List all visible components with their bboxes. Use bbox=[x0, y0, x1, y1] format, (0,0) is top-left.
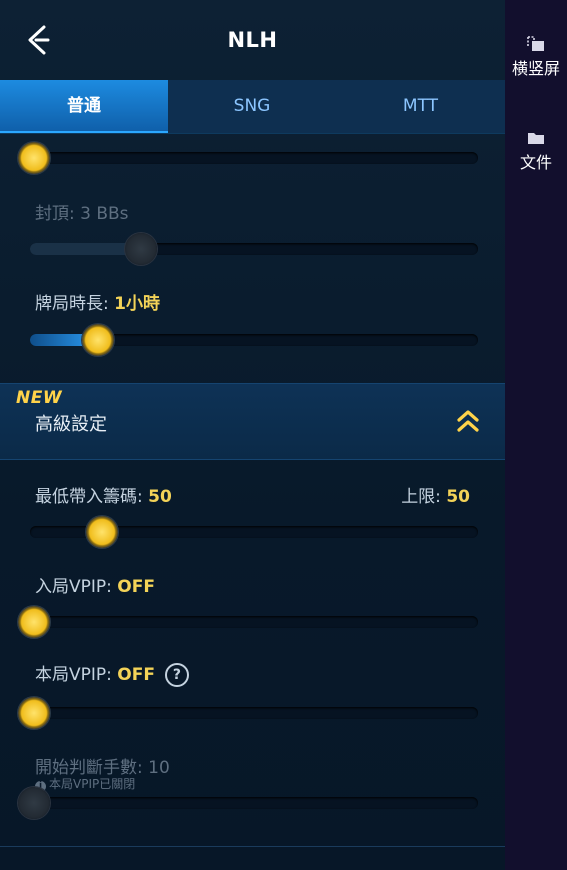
entry-vpip-label-text: 入局VPIP: bbox=[35, 577, 118, 597]
min-buyin-label: 最低帶入籌碼: 50 bbox=[35, 482, 172, 507]
new-badge: NEW bbox=[16, 388, 63, 408]
duration-label-text: 牌局時長: bbox=[35, 294, 115, 314]
cap-value: 3 BBs bbox=[80, 204, 129, 224]
hand-vpip-label-text: 本局VPIP: bbox=[35, 665, 118, 685]
folder-icon bbox=[528, 133, 544, 144]
settings-panel: NLH 普通 SNG MTT 封頂: 3 BBs 牌局時長: 1小時 NEW 高… bbox=[0, 0, 505, 870]
entry-vpip-value: OFF bbox=[117, 577, 155, 597]
top-slider-track[interactable] bbox=[18, 142, 478, 174]
tab-normal[interactable]: 普通 bbox=[0, 80, 168, 133]
sidebar-item-files-label: 文件 bbox=[519, 153, 552, 172]
sidebar-item-files[interactable]: 文件 bbox=[505, 130, 567, 172]
max-buyin-label-text: 上限: bbox=[401, 487, 447, 507]
top-slider-knob[interactable] bbox=[18, 142, 50, 174]
chevron-double-up-icon[interactable] bbox=[456, 408, 480, 434]
cap-label-text: 封頂: bbox=[35, 204, 81, 224]
duration-slider-knob[interactable] bbox=[82, 324, 115, 356]
sidebar-item-orientation[interactable]: 横竖屏 bbox=[505, 36, 567, 78]
cap-label: 封頂: 3 BBs bbox=[35, 199, 129, 224]
header: NLH bbox=[0, 0, 505, 80]
min-buyin-slider-knob[interactable] bbox=[86, 516, 119, 548]
start-hands-value: 10 bbox=[148, 758, 170, 778]
tab-bar: 普通 SNG MTT bbox=[0, 80, 505, 134]
sidebar-item-orientation-label: 横竖屏 bbox=[511, 59, 560, 78]
help-icon[interactable]: ? bbox=[164, 663, 189, 687]
cap-slider-knob[interactable] bbox=[125, 233, 157, 265]
tab-sng[interactable]: SNG bbox=[168, 80, 336, 133]
cap-slider-track[interactable] bbox=[30, 233, 478, 265]
divider bbox=[0, 846, 505, 847]
advanced-settings-header[interactable]: NEW 高級設定 bbox=[0, 383, 505, 460]
min-buyin-value: 50 bbox=[148, 487, 172, 507]
hand-vpip-slider-track[interactable] bbox=[18, 697, 478, 729]
advanced-settings-title: 高級設定 bbox=[35, 414, 107, 435]
hand-vpip-slider-knob[interactable] bbox=[18, 697, 50, 729]
page-title: NLH bbox=[227, 28, 278, 52]
start-hands-slider-track[interactable] bbox=[18, 787, 478, 819]
entry-vpip-label: 入局VPIP: OFF bbox=[35, 572, 155, 597]
duration-label: 牌局時長: 1小時 bbox=[35, 289, 160, 314]
start-hands-slider-knob[interactable] bbox=[18, 787, 50, 819]
entry-vpip-slider-track[interactable] bbox=[18, 606, 478, 638]
tab-mtt[interactable]: MTT bbox=[336, 80, 505, 133]
sidebar: 横竖屏 文件 bbox=[505, 0, 567, 870]
hand-vpip-label: 本局VPIP: OFF? bbox=[35, 660, 189, 687]
vpip-off-note-text: 本局VPIP已關閉 bbox=[49, 777, 136, 791]
max-buyin-value: 50 bbox=[446, 487, 470, 507]
duration-slider-track[interactable] bbox=[30, 324, 478, 356]
duration-value: 1小時 bbox=[114, 294, 160, 314]
min-buyin-label-text: 最低帶入籌碼: bbox=[35, 487, 149, 507]
rotate-icon bbox=[527, 36, 544, 51]
hand-vpip-value: OFF bbox=[117, 665, 155, 685]
min-buyin-slider-track[interactable] bbox=[30, 516, 478, 548]
entry-vpip-slider-knob[interactable] bbox=[18, 606, 50, 638]
vpip-off-note: i 本局VPIP已關閉 bbox=[35, 775, 135, 792]
max-buyin-label: 上限: 50 bbox=[401, 482, 470, 507]
